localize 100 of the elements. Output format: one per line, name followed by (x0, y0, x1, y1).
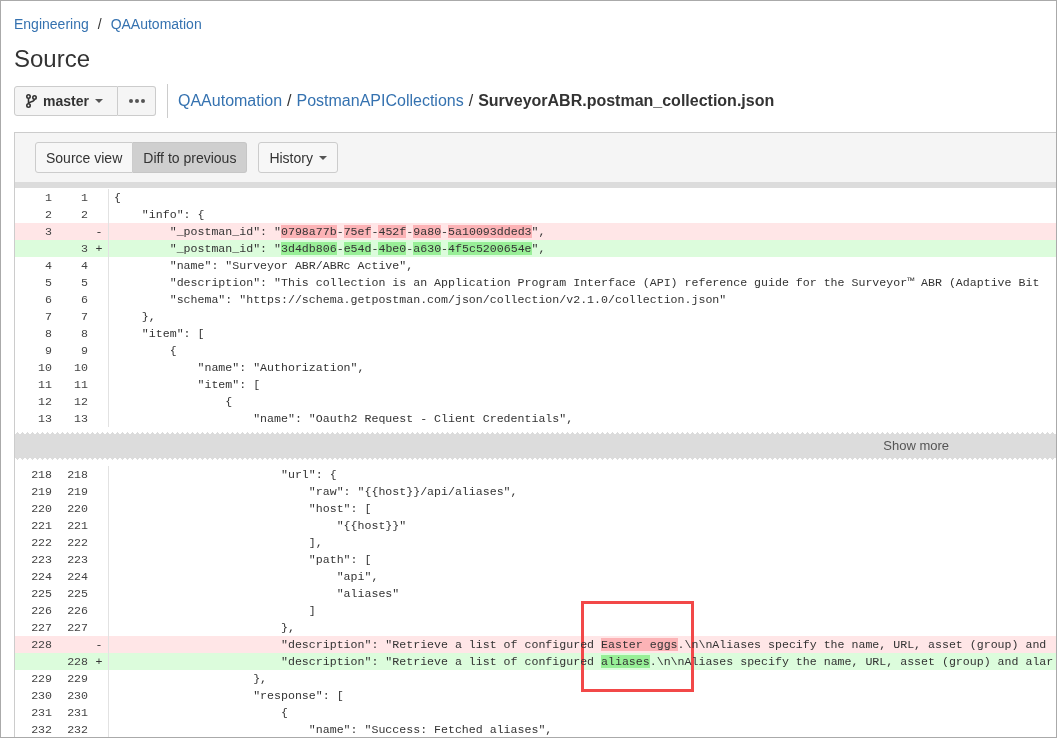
code-line: "url": { (281, 468, 337, 481)
line-number: 230 (31, 688, 52, 704)
breadcrumb-link[interactable]: QAAutomation (110, 14, 202, 34)
code-line: "host": [ (308, 502, 372, 515)
line-number: 224 (31, 569, 52, 585)
line-number: 222 (67, 535, 88, 551)
line-number: 10 (74, 360, 88, 376)
diff-sign: + (95, 654, 103, 670)
line-number: 11 (38, 377, 52, 393)
line-number: 226 (67, 603, 88, 619)
code-line: "aliases" (336, 587, 400, 600)
line-number: 218 (31, 467, 52, 483)
line-number: 6 (45, 292, 52, 308)
code-line: "_postman_id": "0798a77b-75ef-452f-9a80-5a10093dded3", (169, 225, 546, 238)
line-number: 5 (45, 275, 52, 291)
diff-sign: - (95, 637, 103, 653)
line-number: 8 (45, 326, 52, 342)
history-button[interactable]: History (258, 142, 338, 173)
line-number: 3 (45, 224, 52, 240)
line-number: 232 (31, 722, 52, 737)
line-number: 231 (31, 705, 52, 721)
code-line: "raw": "{{host}}/api/aliases", (308, 485, 518, 498)
line-number: 6 (81, 292, 88, 308)
line-number: 13 (74, 411, 88, 427)
caret-icon (318, 155, 327, 160)
line-number: 11 (74, 377, 88, 393)
line-number: 9 (81, 343, 88, 359)
code-line: { (225, 395, 233, 408)
path-separator: / (287, 91, 292, 111)
code-line: "api", (336, 570, 379, 583)
code-line: { (281, 706, 288, 719)
line-number: 1 (45, 190, 52, 206)
diff-sign: - (95, 224, 103, 240)
ellipsis-icon (128, 99, 145, 103)
line-number: 12 (38, 394, 52, 410)
line-number: 9 (45, 343, 52, 359)
line-number: 10 (38, 360, 52, 376)
line-number: 7 (45, 309, 52, 325)
line-number: 12 (74, 394, 88, 410)
line-number: 2 (45, 207, 52, 223)
line-number: 4 (81, 258, 88, 274)
line-number: 220 (67, 501, 88, 517)
code-line: "schema": "https://schema.getpostman.com/json/collection/v2.1.0/collection.json" (169, 293, 727, 306)
code-line: "description": "This collection is an Application Program Interface (API) reference guide for the Surveyor™ ABR (Adaptive Bit (169, 276, 1040, 289)
line-number: 227 (31, 620, 52, 636)
line-number: 219 (31, 484, 52, 500)
code-line: "name": "Success: Fetched aliases", (308, 723, 553, 736)
line-number: 225 (67, 586, 88, 602)
path-link[interactable]: QAAutomation (178, 91, 283, 111)
line-number: 224 (67, 569, 88, 585)
page-title: Source (14, 44, 92, 74)
code-line: "_postman_id": "3d4db806-e54d-4be0-a630-4f5c5200654e", (169, 242, 546, 255)
line-number: 230 (67, 688, 88, 704)
code-line: ] (308, 604, 316, 617)
line-number: 221 (67, 518, 88, 534)
code-line: "name": "Oauth2 Request - Client Credentials", (253, 412, 574, 425)
breadcrumb-separator: / (97, 15, 102, 34)
code-line: { (169, 344, 177, 357)
line-number: 228 (31, 637, 52, 653)
path-link[interactable]: PostmanAPICollections (296, 91, 464, 111)
branch-icon (26, 94, 37, 108)
line-number: 231 (67, 705, 88, 721)
code-line: "info": { (141, 208, 205, 221)
branch-button[interactable]: master (14, 86, 118, 116)
line-number: 221 (31, 518, 52, 534)
view-toggle-button[interactable]: Source view (35, 142, 134, 173)
file-name: SurveyorABR.postman_collection.json (478, 91, 775, 111)
code-line: }, (141, 310, 156, 323)
show-more-link[interactable]: Show more (883, 438, 949, 454)
line-number: 229 (31, 671, 52, 687)
line-number: 8 (81, 326, 88, 342)
code-line: }, (253, 672, 268, 685)
diff-sign: + (95, 241, 103, 257)
line-number: 3 (81, 241, 88, 257)
code-line: "name": "Surveyor ABR/ABRc Active", (169, 259, 414, 272)
line-number: 228 (67, 654, 88, 670)
line-number: 222 (31, 535, 52, 551)
line-number: 229 (67, 671, 88, 687)
view-toggle-button[interactable]: Diff to previous (133, 142, 248, 173)
code-line: "path": [ (308, 553, 372, 566)
code-line: ], (308, 536, 323, 549)
code-line: "name": "Authorization", (197, 361, 365, 374)
line-number: 227 (67, 620, 88, 636)
line-number: 232 (67, 722, 88, 737)
code-line: "item": [ (141, 327, 205, 340)
line-number: 7 (81, 309, 88, 325)
line-number: 226 (31, 603, 52, 619)
line-number: 218 (67, 467, 88, 483)
line-number: 2 (81, 207, 88, 223)
line-number: 4 (45, 258, 52, 274)
line-number: 219 (67, 484, 88, 500)
code-line: }, (281, 621, 295, 634)
line-number: 220 (31, 501, 52, 517)
line-number: 223 (67, 552, 88, 568)
line-number: 1 (81, 190, 88, 206)
breadcrumb-link[interactable]: Engineering (14, 14, 89, 34)
caret-icon (94, 99, 103, 103)
code-line: { (114, 191, 121, 204)
more-actions-button[interactable] (118, 86, 156, 116)
line-number: 223 (31, 552, 52, 568)
